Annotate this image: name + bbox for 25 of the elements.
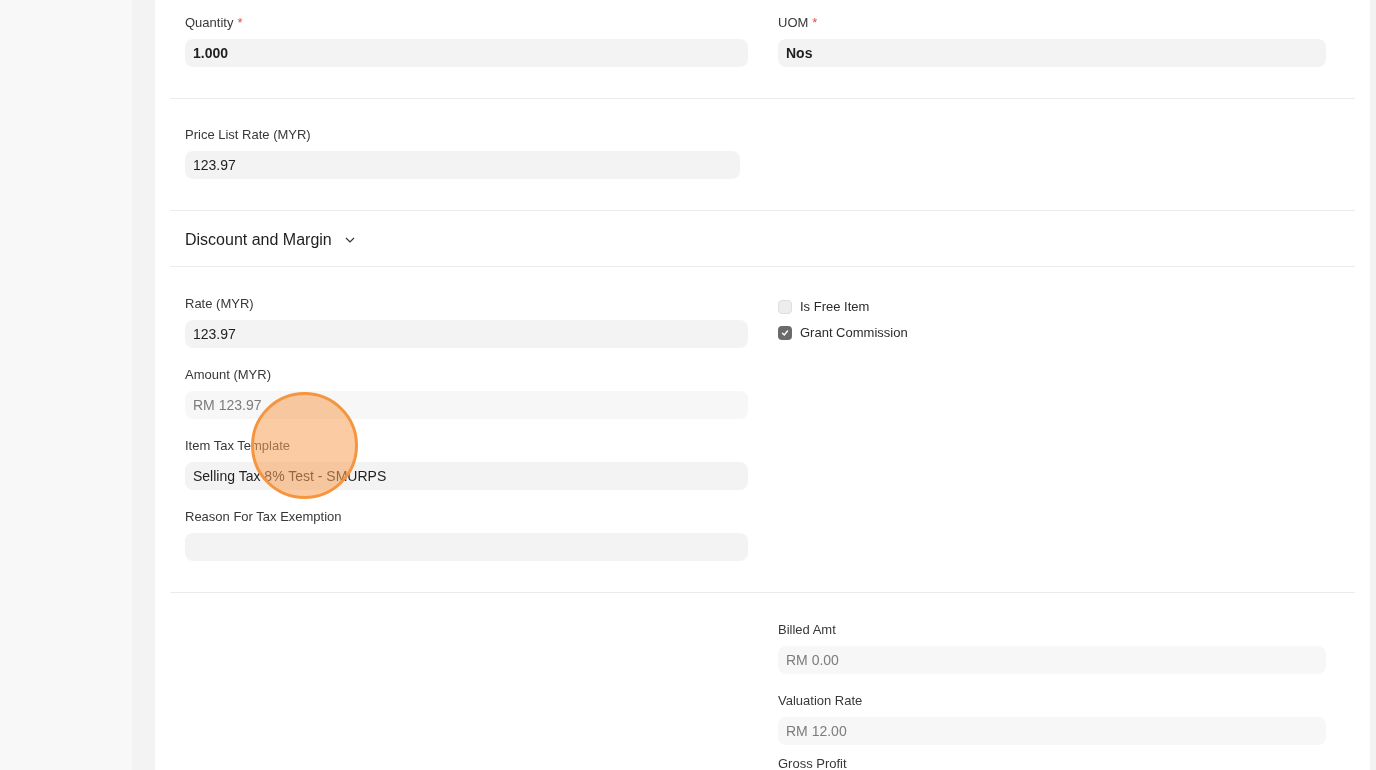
field-label: Valuation Rate — [778, 693, 863, 709]
section-header[interactable]: Discount and Margin — [185, 228, 1340, 252]
field-label: Item Tax Template — [185, 438, 290, 454]
input-field[interactable]: RM 0.00 — [778, 646, 1326, 674]
checkbox-label: Grant Commission — [800, 324, 908, 343]
field-label: Quantity — [185, 15, 234, 31]
check-icon — [781, 329, 789, 337]
checkbox[interactable] — [778, 300, 792, 314]
checkbox[interactable] — [778, 326, 792, 340]
field-label: Price List Rate (MYR) — [185, 127, 311, 143]
field-label: Amount (MYR) — [185, 367, 271, 383]
input-field[interactable]: 1.000 — [185, 39, 748, 67]
input-field[interactable]: RM 123.97 — [185, 391, 748, 419]
field-label: Reason For Tax Exemption — [185, 509, 342, 525]
field-label: UOM — [778, 15, 809, 31]
required-mark: * — [237, 15, 243, 31]
field-label: Gross Profit — [778, 756, 847, 770]
input-field[interactable]: 123.97 — [185, 151, 740, 179]
input-field[interactable]: RM 12.00 — [778, 717, 1326, 745]
field-label: Billed Amt — [778, 622, 836, 638]
field-label: Rate (MYR) — [185, 296, 254, 312]
input-field[interactable]: 123.97 — [185, 320, 748, 348]
input-field[interactable]: Nos — [778, 39, 1326, 67]
required-mark: * — [812, 15, 818, 31]
checkbox-label: Is Free Item — [800, 298, 870, 317]
